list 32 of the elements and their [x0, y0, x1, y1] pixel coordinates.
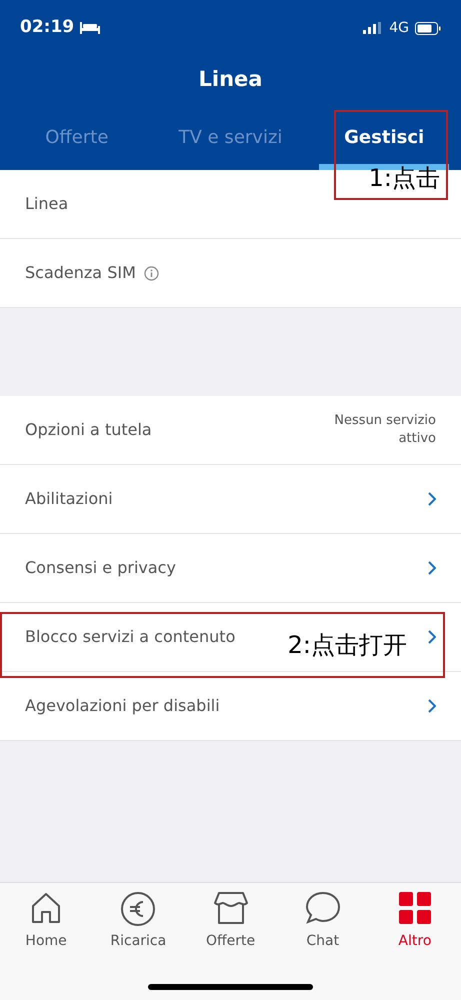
annotation-text: 1:点击: [368, 166, 440, 190]
chevron-right-icon: [428, 699, 436, 713]
nav-tab[interactable]: Home: [0, 891, 92, 952]
grid-icon: [398, 891, 432, 927]
row-label: Consensi e privacy: [25, 557, 176, 579]
chevron-right-icon: [428, 561, 436, 575]
nav-tab[interactable]: Altro: [368, 891, 461, 952]
list-row[interactable]: Abilitazioni: [0, 465, 461, 534]
euro-icon: [120, 891, 156, 927]
row-label: Abilitazioni: [25, 488, 113, 510]
row-label: Opzioni a tutela: [25, 419, 152, 441]
nav-tab[interactable]: Chat: [276, 891, 369, 952]
annotation-text: 2:点击打开: [288, 633, 407, 657]
chevron-right-icon: [428, 492, 436, 506]
network-label: 4G: [389, 18, 409, 38]
bed-icon: [80, 22, 100, 34]
info-icon[interactable]: [144, 266, 159, 280]
row-label: Linea: [25, 193, 68, 215]
row-label: Agevolazioni per disabili: [25, 695, 220, 717]
signal-icon: [363, 22, 384, 34]
nav-tab[interactable]: Ricarica: [92, 891, 184, 952]
list-row[interactable]: Consensi e privacy: [0, 534, 461, 603]
shop-icon: [212, 891, 248, 927]
chevron-right-icon: [428, 630, 436, 644]
nav-tab[interactable]: Offerte: [184, 891, 277, 952]
row-label: Scadenza SIM: [25, 262, 136, 284]
row-label: Blocco servizi a contenuto: [25, 626, 236, 648]
status-time: 02:19: [20, 16, 74, 40]
list-row[interactable]: Agevolazioni per disabili: [0, 672, 461, 741]
row-value: Nessun servizio attivo: [333, 412, 436, 448]
page-title: Linea: [198, 66, 262, 94]
battery-icon: [415, 22, 441, 34]
